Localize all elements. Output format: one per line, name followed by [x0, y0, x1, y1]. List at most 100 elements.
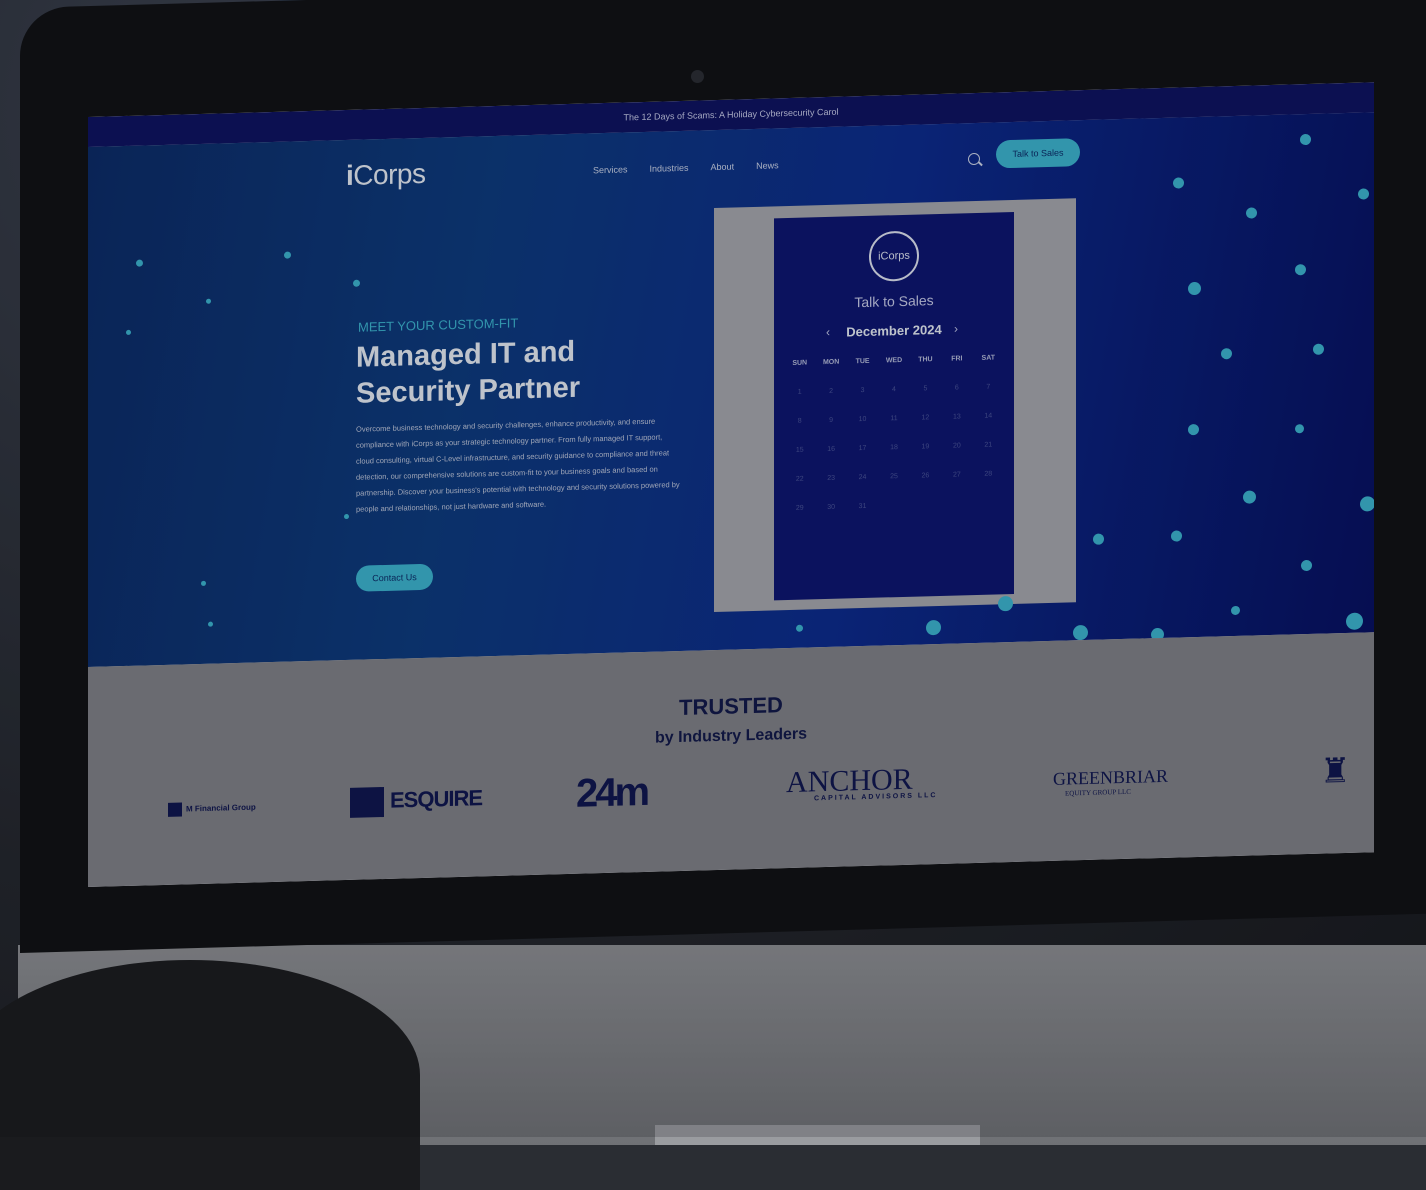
calendar-date[interactable]: 4 [878, 386, 909, 394]
decorative-dot [1093, 533, 1104, 545]
calendar-date[interactable]: 6 [941, 384, 972, 392]
decorative-dot [1221, 348, 1232, 360]
search-icon[interactable] [968, 152, 980, 166]
decorative-dot [1188, 423, 1199, 436]
calendar-date[interactable]: 23 [815, 474, 846, 482]
webcam [691, 70, 704, 83]
calendar-date[interactable]: 31 [847, 503, 878, 511]
calendar-date[interactable]: 26 [910, 472, 941, 480]
decorative-dot [1358, 188, 1369, 200]
contact-us-button[interactable]: Contact Us [356, 563, 433, 592]
calendar-month: December 2024 [846, 321, 942, 340]
decorative-dot [1295, 264, 1306, 276]
calendar-date[interactable]: 21 [973, 441, 1004, 449]
calendar-date[interactable]: 9 [815, 416, 846, 424]
decorative-dot [1246, 207, 1257, 219]
decorative-dot [796, 624, 803, 632]
decorative-dot [1295, 424, 1304, 434]
website-screen: The 12 Days of Scams: A Holiday Cybersec… [88, 82, 1374, 888]
calendar-title: Talk to Sales [854, 292, 934, 311]
decorative-dot [201, 580, 206, 586]
calendar-date[interactable]: 25 [878, 473, 909, 481]
decorative-dot [1360, 496, 1374, 512]
calendar-date[interactable]: 8 [784, 417, 815, 425]
menu-item-news[interactable]: News [756, 160, 779, 171]
decorative-dot [208, 621, 213, 627]
client-logo-m-financial: M Financial Group [168, 800, 256, 817]
day-of-week: SUN [792, 359, 808, 367]
monitor-stand-neck [655, 1125, 980, 1145]
calendar-date[interactable]: 13 [941, 413, 972, 421]
client-logo-row: M Financial Group ESQUIRE 24m ANCHOR CAPI… [88, 750, 1374, 845]
hero-body: Overcome business technology and securit… [356, 416, 680, 514]
decorative-dot [1173, 177, 1184, 189]
logo-text: Corps [353, 157, 426, 191]
client-logo-greenbriar: GREENBRIAR EQUITY GROUP LLC [1053, 765, 1169, 798]
day-of-week: FRI [951, 355, 963, 363]
decorative-dot [1231, 605, 1240, 616]
hero-headline: Managed IT and Security Partner [356, 334, 580, 412]
chevron-right-icon[interactable]: › [954, 321, 958, 335]
calendar-date[interactable]: 22 [784, 475, 815, 483]
decorative-dot [344, 513, 349, 520]
headline-line-2: Security Partner [356, 371, 581, 410]
calendar-date[interactable]: 12 [910, 414, 941, 422]
decorative-dot [1243, 490, 1256, 504]
calendar-date[interactable]: 16 [815, 445, 846, 453]
calendar-date[interactable]: 28 [973, 470, 1004, 478]
decorative-dot [926, 619, 941, 636]
calendar-date[interactable]: 2 [815, 387, 846, 395]
calendar-date[interactable]: 30 [815, 503, 846, 511]
decorative-dot [126, 329, 131, 335]
calendar-date[interactable]: 18 [878, 444, 909, 452]
client-logo-anchor: ANCHOR CAPITAL ADVISORS LLC [786, 762, 938, 803]
decorative-dot [1073, 624, 1088, 641]
headline-line-1: Managed IT and [356, 335, 576, 374]
calendar-date[interactable]: 1 [784, 388, 815, 396]
calendar-date[interactable]: 27 [941, 471, 972, 479]
site-logo[interactable]: iCorps [346, 158, 425, 192]
decorative-dot [1188, 281, 1201, 296]
announcement-text[interactable]: The 12 Days of Scams: A Holiday Cybersec… [623, 107, 838, 123]
decorative-dot [1346, 612, 1363, 630]
decorative-dot [1313, 343, 1324, 355]
day-of-week: TUE [855, 357, 870, 366]
menu-item-about[interactable]: About [711, 162, 735, 173]
client-logo-24m: 24m [576, 769, 648, 816]
calendar-date[interactable]: 29 [784, 504, 815, 512]
trusted-section: TRUSTED by Industry Leaders M Financial … [88, 632, 1374, 887]
calendar-date[interactable]: 19 [910, 443, 941, 451]
menu-item-services[interactable]: Services [593, 164, 628, 175]
calendar-date[interactable]: 14 [973, 412, 1004, 420]
client-logo-crest: ♜ [1320, 751, 1351, 791]
calendar-date[interactable]: 24 [847, 474, 878, 482]
decorative-dot [206, 298, 211, 304]
calendar-widget-frame: iCorps Talk to Sales ‹ December 2024 › S… [714, 198, 1076, 613]
calendar-date[interactable]: 5 [910, 385, 941, 393]
calendar-date[interactable]: 10 [847, 416, 878, 424]
calendar-date[interactable]: 20 [941, 442, 972, 450]
calendar-date[interactable]: 3 [847, 387, 878, 395]
main-menu: Services Industries About News [593, 160, 779, 175]
decorative-dot [353, 279, 360, 287]
day-of-week: THU [918, 356, 933, 364]
decorative-dot [1171, 530, 1182, 542]
decorative-dot [1301, 559, 1312, 572]
day-of-week: WED [885, 356, 903, 365]
hero-section: iCorps Services Industries About News Ta… [88, 112, 1374, 668]
menu-item-industries[interactable]: Industries [650, 163, 689, 174]
decorative-dot [284, 251, 291, 259]
booking-calendar: iCorps Talk to Sales ‹ December 2024 › S… [774, 211, 1014, 601]
talk-to-sales-button[interactable]: Talk to Sales [996, 138, 1080, 169]
hero-kicker: MEET YOUR CUSTOM-FIT [358, 315, 519, 335]
day-of-week: MON [822, 358, 840, 367]
calendar-grid: SUN MON TUE WED THU FRI SAT 1 2 3 4 5 6 7 8 9 10 11 12 13 14… [784, 354, 1004, 512]
calendar-date[interactable]: 17 [847, 445, 878, 453]
day-of-week: SAT [981, 354, 996, 362]
decorative-dot [998, 595, 1013, 612]
calendar-date[interactable]: 15 [784, 446, 815, 454]
client-logo-esquire: ESQUIRE [350, 784, 482, 818]
decorative-dot [136, 259, 143, 267]
calendar-date[interactable]: 7 [973, 383, 1004, 391]
calendar-date[interactable]: 11 [878, 415, 909, 423]
